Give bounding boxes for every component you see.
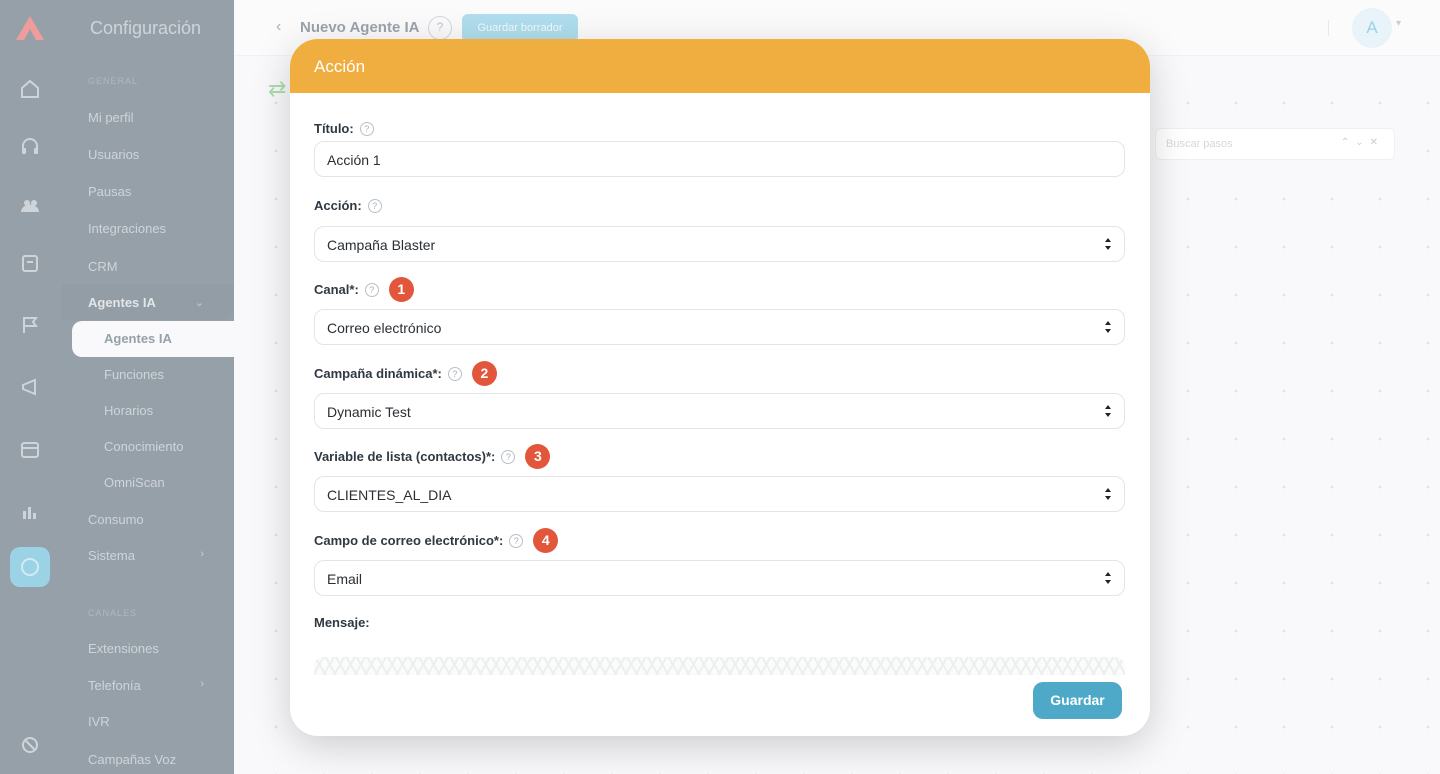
select-arrows-icon (1105, 321, 1111, 333)
correo-select[interactable]: Email (314, 560, 1125, 596)
mensaje-label-text: Mensaje: (314, 615, 370, 630)
help-icon[interactable]: ? (509, 533, 524, 548)
help-icon[interactable]: ? (447, 366, 462, 381)
select-arrows-icon (1105, 238, 1111, 250)
message-editor[interactable] (314, 657, 1125, 675)
variable-label-text: Variable de lista (contactos)*: (314, 449, 496, 464)
modal-title: Acción (314, 57, 366, 76)
action-modal: Acción Título: ? Acción 1 Acción: ? Camp… (290, 39, 1150, 736)
accion-label: Acción: ? (314, 198, 382, 213)
help-icon[interactable]: ? (364, 282, 379, 297)
variable-select[interactable]: CLIENTES_AL_DIA (314, 476, 1125, 512)
select-arrows-icon (1105, 405, 1111, 417)
canal-select[interactable]: Correo electrónico (314, 309, 1125, 345)
help-icon[interactable]: ? (367, 198, 382, 213)
help-icon[interactable]: ? (501, 449, 516, 464)
campana-label-text: Campaña dinámica*: (314, 366, 442, 381)
mensaje-label: Mensaje: (314, 615, 370, 630)
select-arrows-icon (1105, 572, 1111, 584)
modal-header: Acción (290, 39, 1150, 93)
titulo-label-text: Título: (314, 121, 354, 136)
accion-select[interactable]: Campaña Blaster (314, 226, 1125, 262)
help-icon[interactable]: ? (359, 121, 374, 136)
select-arrows-icon (1105, 488, 1111, 500)
canal-label-text: Canal*: (314, 282, 359, 297)
titulo-label: Título: ? (314, 121, 374, 136)
accion-value: Campaña Blaster (327, 237, 436, 253)
titulo-value: Acción 1 (327, 152, 381, 168)
canal-value: Correo electrónico (327, 320, 442, 336)
titulo-input[interactable]: Acción 1 (314, 141, 1125, 177)
step-badge: 2 (471, 361, 497, 386)
step-badge: 3 (525, 444, 551, 469)
variable-label: Variable de lista (contactos)*: ? 3 (314, 444, 551, 469)
correo-value: Email (327, 571, 363, 587)
campana-value: Dynamic Test (327, 404, 411, 420)
step-badge: 1 (388, 277, 414, 302)
campana-select[interactable]: Dynamic Test (314, 393, 1125, 429)
correo-label: Campo de correo electrónico*: ? 4 (314, 528, 559, 553)
canal-label: Canal*: ? 1 (314, 277, 414, 302)
correo-label-text: Campo de correo electrónico*: (314, 533, 504, 548)
save-button[interactable]: Guardar (1033, 682, 1122, 719)
variable-value: CLIENTES_AL_DIA (327, 487, 452, 503)
campana-label: Campaña dinámica*: ? 2 (314, 361, 497, 386)
step-badge: 4 (533, 528, 559, 553)
accion-label-text: Acción: (314, 198, 362, 213)
